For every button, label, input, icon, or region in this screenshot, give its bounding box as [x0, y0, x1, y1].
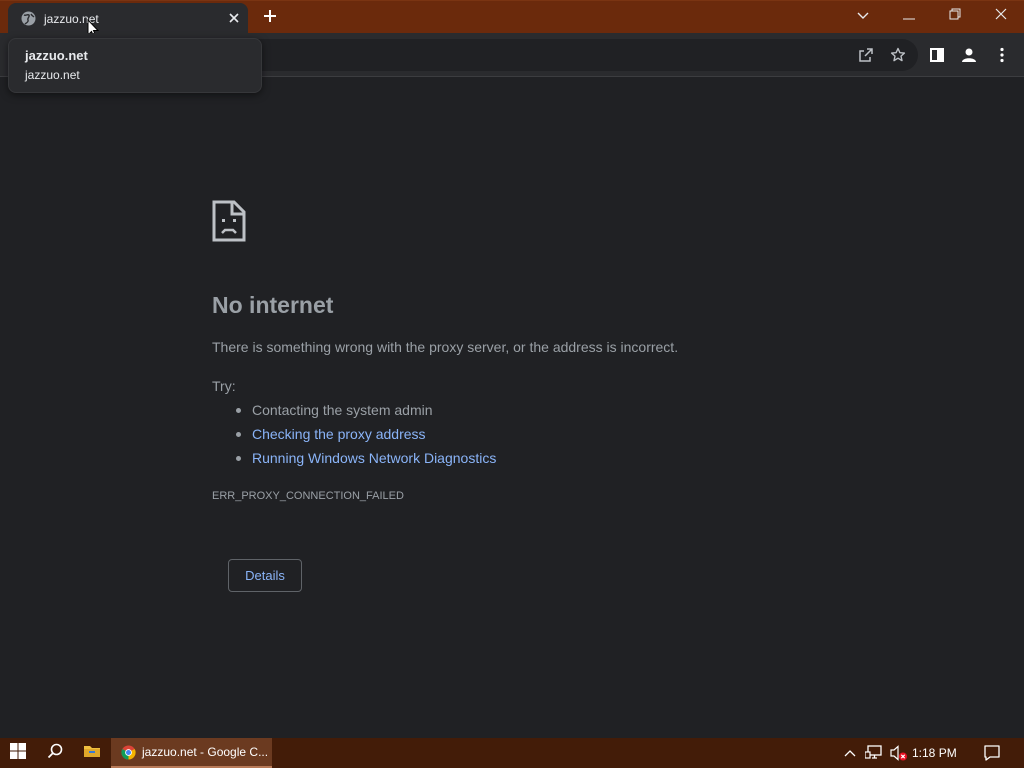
new-tab-button[interactable] — [259, 7, 281, 29]
taskbar-chrome-app[interactable]: jazzuo.net - Google C... — [111, 738, 272, 768]
suggestion-item: Checking the proxy address — [235, 426, 496, 450]
sad-page-icon — [212, 200, 246, 242]
error-code: ERR_PROXY_CONNECTION_FAILED — [212, 490, 404, 502]
network-diagnostics-link[interactable]: Running Windows Network Diagnostics — [252, 450, 496, 466]
network-icon[interactable] — [863, 738, 885, 768]
taskbar: jazzuo.net - Google C... 1:18 PM — [0, 738, 1024, 768]
error-heading: No internet — [212, 292, 334, 318]
minimize-icon — [903, 7, 915, 25]
restore-icon — [949, 7, 961, 25]
details-button[interactable]: Details — [228, 559, 302, 592]
error-page: No internet There is something wrong wit… — [0, 77, 1024, 738]
share-icon[interactable] — [855, 44, 877, 66]
chevron-down-icon — [857, 7, 869, 25]
side-panel-icon[interactable] — [926, 44, 948, 66]
chrome-icon — [121, 744, 136, 760]
taskbar-clock[interactable]: 1:18 PM — [912, 746, 957, 760]
start-button[interactable] — [0, 738, 36, 768]
restore-button[interactable] — [932, 1, 978, 31]
tab-jazzuo[interactable]: jazzuo.net — [8, 3, 248, 38]
menu-icon[interactable] — [991, 44, 1013, 66]
taskbar-search-button[interactable] — [37, 738, 73, 768]
windows-logo-icon — [10, 742, 26, 764]
speaker-muted-icon[interactable] — [887, 738, 909, 768]
title-bar: jazzuo.net — [0, 0, 1024, 38]
profile-icon[interactable] — [958, 44, 980, 66]
suggestion-item: Running Windows Network Diagnostics — [235, 450, 496, 474]
tab-search-button[interactable] — [840, 1, 886, 31]
suggestion-item: Contacting the system admin — [235, 402, 496, 426]
plus-icon — [263, 9, 277, 28]
folder-icon — [83, 743, 101, 764]
try-label: Try: — [212, 378, 236, 394]
hover-card-domain: jazzuo.net — [25, 68, 80, 82]
check-proxy-link[interactable]: Checking the proxy address — [252, 426, 426, 442]
window-close-button[interactable] — [978, 1, 1024, 31]
notification-icon[interactable] — [978, 738, 1006, 768]
star-icon[interactable] — [887, 44, 909, 66]
search-icon — [47, 743, 63, 764]
error-description: There is something wrong with the proxy … — [212, 339, 679, 355]
suggestion-contact-admin: Contacting the system admin — [252, 402, 433, 418]
taskbar-app-label: jazzuo.net - Google C... — [142, 745, 269, 759]
chevron-up-icon[interactable] — [840, 738, 860, 768]
tab-hover-card: jazzuo.net jazzuo.net — [8, 38, 262, 93]
file-explorer-button[interactable] — [74, 738, 110, 768]
globe-icon — [21, 11, 36, 26]
suggestion-list: Contacting the system admin Checking the… — [235, 402, 496, 474]
minimize-button[interactable] — [886, 1, 932, 31]
close-icon[interactable] — [226, 10, 242, 26]
hover-card-title: jazzuo.net — [25, 48, 88, 63]
close-icon — [995, 7, 1007, 25]
